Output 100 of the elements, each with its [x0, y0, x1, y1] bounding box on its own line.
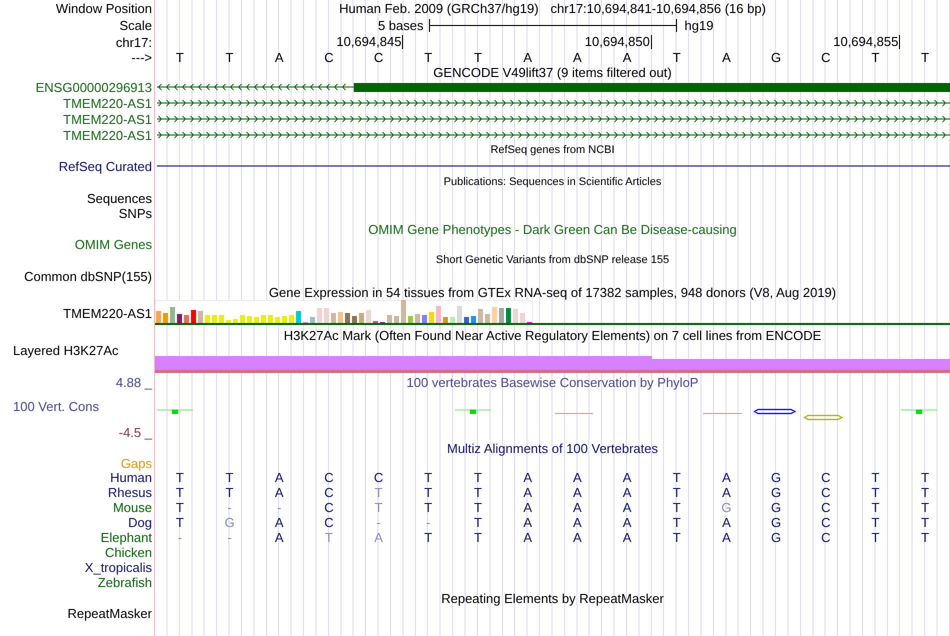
- track-title: RefSeq genes from NCBI: [490, 143, 615, 158]
- track-label[interactable]: 100 Vert. Cons: [13, 399, 99, 414]
- transcript-line[interactable]: [156, 84, 354, 90]
- expression-bar[interactable]: [429, 312, 434, 323]
- expression-bar[interactable]: [177, 314, 182, 323]
- aligned-base: A: [573, 530, 582, 545]
- expression-bar[interactable]: [457, 306, 462, 323]
- expression-bar[interactable]: [191, 310, 196, 323]
- species-label[interactable]: Rhesus: [108, 485, 152, 500]
- expression-bar[interactable]: [408, 316, 413, 323]
- aligned-base: G: [771, 500, 782, 515]
- base-letter: C: [374, 50, 384, 65]
- expression-bar[interactable]: [471, 316, 476, 323]
- species-label[interactable]: Zebrafish: [98, 575, 152, 590]
- expression-bar[interactable]: [240, 315, 245, 323]
- track-label[interactable]: SNPs: [118, 206, 152, 220]
- expression-bar[interactable]: [219, 315, 224, 323]
- expression-bar[interactable]: [464, 317, 469, 323]
- species-label[interactable]: Human: [110, 470, 152, 485]
- aligned-base: T: [474, 530, 482, 545]
- track-label[interactable]: Sequences: [86, 190, 152, 206]
- expression-bar[interactable]: [254, 317, 259, 323]
- track-title: Publications: Sequences in Scientific Articles: [444, 174, 662, 190]
- aligned-base: A: [573, 485, 582, 500]
- track-label[interactable]: Common dbSNP(155): [24, 268, 152, 284]
- expression-bar[interactable]: [156, 311, 161, 323]
- expression-bar[interactable]: [282, 316, 287, 323]
- aligned-base: G: [771, 485, 782, 500]
- expression-bar[interactable]: [401, 300, 406, 323]
- expression-bar[interactable]: [212, 315, 217, 323]
- transcript-label[interactable]: TMEM220-AS1: [63, 96, 152, 110]
- track-label[interactable]: RepeatMasker: [67, 606, 152, 620]
- track-label[interactable]: RefSeq Curated: [58, 158, 152, 174]
- expression-bar[interactable]: [436, 306, 441, 323]
- transcript-label[interactable]: ENSG00000296913: [36, 80, 152, 94]
- track-title: OMIM Gene Phenotypes - Dark Green Can Be Disease-causing: [368, 222, 737, 236]
- track-label[interactable]: TMEM220-AS1: [63, 306, 152, 320]
- expression-bar[interactable]: [170, 307, 175, 323]
- aligned-base: T: [324, 530, 333, 545]
- expression-bar[interactable]: [352, 316, 357, 323]
- transcript-line[interactable]: [156, 100, 950, 106]
- expression-bar[interactable]: [338, 312, 343, 323]
- expression-bar[interactable]: [317, 308, 322, 323]
- track-label[interactable]: Layered H3K27Ac: [13, 344, 119, 357]
- expression-bar[interactable]: [261, 315, 266, 323]
- aligned-base: A: [523, 515, 532, 530]
- expression-bar[interactable]: [184, 315, 189, 323]
- aligned-base: C: [821, 485, 830, 500]
- aligned-base: T: [226, 470, 234, 485]
- expression-bar[interactable]: [247, 316, 252, 323]
- aligned-base: A: [274, 485, 284, 500]
- expression-bar[interactable]: [359, 313, 364, 323]
- expression-bar[interactable]: [506, 308, 511, 323]
- transcript-line[interactable]: [156, 132, 950, 138]
- expression-bar[interactable]: [492, 307, 497, 323]
- transcript-line[interactable]: [156, 116, 950, 122]
- expression-bar[interactable]: [310, 317, 315, 323]
- aligned-base: A: [622, 530, 632, 545]
- assembly-name: Human Feb. 2009 (GRCh37/hg19): [339, 1, 539, 16]
- species-label[interactable]: Mouse: [112, 500, 152, 515]
- expression-bar[interactable]: [226, 320, 231, 323]
- expression-bar[interactable]: [485, 314, 490, 323]
- conservation-dash: [703, 413, 742, 414]
- species-label[interactable]: Elephant: [100, 530, 152, 545]
- expression-bar[interactable]: [324, 308, 329, 323]
- expression-bar[interactable]: [422, 315, 427, 323]
- aligned-base: T: [871, 500, 880, 515]
- expression-bar[interactable]: [289, 315, 294, 323]
- species-label[interactable]: Dog: [128, 515, 152, 530]
- expression-bar[interactable]: [387, 315, 392, 323]
- expression-bar[interactable]: [366, 310, 371, 323]
- expression-bar[interactable]: [394, 316, 399, 323]
- expression-bar[interactable]: [478, 309, 483, 323]
- transcript-label[interactable]: TMEM220-AS1: [63, 128, 152, 142]
- expression-bar[interactable]: [233, 319, 238, 323]
- transcript-label[interactable]: TMEM220-AS1: [63, 112, 152, 126]
- expression-bar[interactable]: [163, 313, 168, 323]
- conservation-point: [455, 410, 491, 414]
- species-label[interactable]: X_tropicalis: [84, 560, 152, 575]
- expression-bar[interactable]: [268, 315, 273, 323]
- expression-bar[interactable]: [205, 315, 210, 323]
- aligned-base: C: [324, 515, 334, 530]
- expression-bar[interactable]: [450, 317, 455, 323]
- expression-bar[interactable]: [296, 311, 301, 323]
- expression-bar[interactable]: [443, 317, 448, 323]
- expression-bar[interactable]: [345, 313, 350, 323]
- expression-bar[interactable]: [499, 308, 504, 323]
- aligned-base: -: [227, 530, 232, 545]
- base-letter: C: [821, 50, 830, 65]
- expression-bar[interactable]: [513, 309, 518, 323]
- species-label[interactable]: Chicken: [105, 545, 152, 560]
- expression-bar[interactable]: [275, 317, 280, 323]
- expression-bar[interactable]: [198, 311, 203, 323]
- base-letter: T: [424, 50, 432, 65]
- expression-bar[interactable]: [331, 313, 336, 323]
- expression-bar[interactable]: [520, 313, 525, 323]
- scale-assembly: hg19: [684, 18, 714, 33]
- track-label[interactable]: OMIM Genes: [74, 237, 152, 252]
- expression-bar[interactable]: [415, 314, 420, 323]
- aligned-base: A: [523, 485, 532, 500]
